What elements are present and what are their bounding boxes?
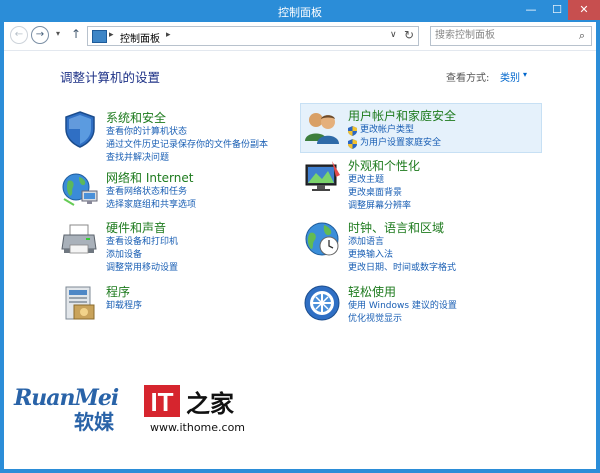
page-title: 调整计算机的设置 (60, 70, 161, 85)
category-title[interactable]: 网络和 Internet (106, 169, 193, 186)
search-icon[interactable]: ⌕ (579, 29, 585, 43)
breadcrumb-control-panel[interactable]: 控制面板 (120, 30, 160, 45)
svg-text:之家: 之家 (186, 389, 234, 418)
view-by-label: 查看方式: (446, 73, 490, 84)
link-add-language[interactable]: 添加语言 (348, 236, 456, 249)
link-uninstall-program[interactable]: 卸载程序 (106, 300, 142, 313)
breadcrumb-chevron-icon[interactable]: ▸ (166, 30, 171, 40)
navigation-bar: ← → ▾ ↑ ▸ 控制面板 ▸ ∨ ↻ ⌕ (4, 22, 596, 51)
link-devices-printers[interactable]: 查看设备和打印机 (106, 236, 178, 249)
link-label: 为用户设置家庭安全 (360, 138, 442, 148)
address-dropdown-icon[interactable]: ∨ (390, 30, 397, 40)
clock-globe-icon[interactable] (302, 219, 342, 259)
ithome-url: www.ithome.com (150, 421, 246, 434)
link-label: 更改帐户类型 (360, 125, 415, 135)
link-desktop-background[interactable]: 更改桌面背景 (348, 187, 411, 200)
address-bar[interactable]: ▸ 控制面板 ▸ ∨ ↻ (87, 26, 419, 46)
link-optimize-visual[interactable]: 优化视觉显示 (348, 313, 457, 326)
link-screen-resolution[interactable]: 调整屏幕分辨率 (348, 200, 411, 213)
link-recommended-settings[interactable]: 使用 Windows 建议的设置 (348, 300, 457, 313)
main-content: 调整计算机的设置 查看方式: 类别 ▾ 系统和安全 查看你的计算机状态 通过文件… (4, 51, 596, 469)
chevron-down-icon[interactable]: ▾ (523, 70, 527, 79)
category-title[interactable]: 轻松使用 (348, 283, 396, 300)
maximize-button[interactable]: ☐ (544, 0, 570, 20)
display-icon[interactable] (302, 157, 342, 197)
shield-icon[interactable] (60, 109, 100, 149)
up-button[interactable]: ↑ (71, 27, 81, 41)
refresh-icon[interactable]: ↻ (404, 28, 414, 42)
window-frame-bottom (0, 469, 600, 473)
control-panel-icon (92, 30, 107, 43)
breadcrumb-chevron-icon[interactable]: ▸ (109, 30, 114, 40)
link-change-account-type[interactable]: 更改帐户类型 (348, 124, 441, 137)
category-title[interactable]: 时钟、语言和区域 (348, 219, 444, 236)
link-mobility-settings[interactable]: 调整常用移动设置 (106, 262, 178, 275)
link-file-history-backup[interactable]: 通过文件历史记录保存你的文件备份副本 (106, 139, 268, 152)
globe-network-icon[interactable] (60, 169, 100, 209)
link-network-status[interactable]: 查看网络状态和任务 (106, 186, 196, 199)
category-title[interactable]: 程序 (106, 283, 130, 300)
category-title[interactable]: 外观和个性化 (348, 157, 420, 174)
view-by-dropdown[interactable]: 类别 (500, 69, 520, 84)
minimize-button[interactable]: — (518, 0, 544, 20)
category-title[interactable]: 硬件和声音 (106, 219, 166, 236)
link-date-time-format[interactable]: 更改日期、时间或数字格式 (348, 262, 456, 275)
search-box[interactable]: ⌕ (430, 26, 592, 46)
uac-shield-icon (348, 139, 357, 149)
forward-button[interactable]: → (31, 26, 49, 44)
close-button[interactable]: ✕ (568, 0, 600, 20)
link-change-input-method[interactable]: 更换输入法 (348, 249, 456, 262)
category-title[interactable]: 系统和安全 (106, 109, 166, 126)
ithome-logo: IT 之家 (144, 385, 234, 418)
search-input[interactable] (435, 29, 565, 42)
window-frame-right (596, 22, 600, 473)
back-button[interactable]: ← (10, 26, 28, 44)
ease-of-access-icon[interactable] (302, 283, 342, 323)
link-family-safety[interactable]: 为用户设置家庭安全 (348, 137, 441, 150)
category-title[interactable]: 用户帐户和家庭安全 (348, 107, 456, 124)
svg-text:IT: IT (150, 387, 173, 417)
ruanmei-logo-cn: 软媒 (74, 410, 114, 434)
printer-icon[interactable] (60, 219, 100, 259)
recent-locations-icon[interactable]: ▾ (56, 29, 60, 38)
link-view-computer-status[interactable]: 查看你的计算机状态 (106, 126, 268, 139)
title-bar[interactable]: 控制面板 — ☐ ✕ (0, 0, 600, 22)
uac-shield-icon (348, 126, 357, 136)
users-icon[interactable] (302, 107, 342, 147)
link-change-theme[interactable]: 更改主题 (348, 174, 411, 187)
link-troubleshoot[interactable]: 查找并解决问题 (106, 152, 268, 165)
link-homegroup-sharing[interactable]: 选择家庭组和共享选项 (106, 199, 196, 212)
window-title: 控制面板 (278, 6, 322, 19)
programs-icon[interactable] (60, 283, 100, 323)
link-add-device[interactable]: 添加设备 (106, 249, 178, 262)
